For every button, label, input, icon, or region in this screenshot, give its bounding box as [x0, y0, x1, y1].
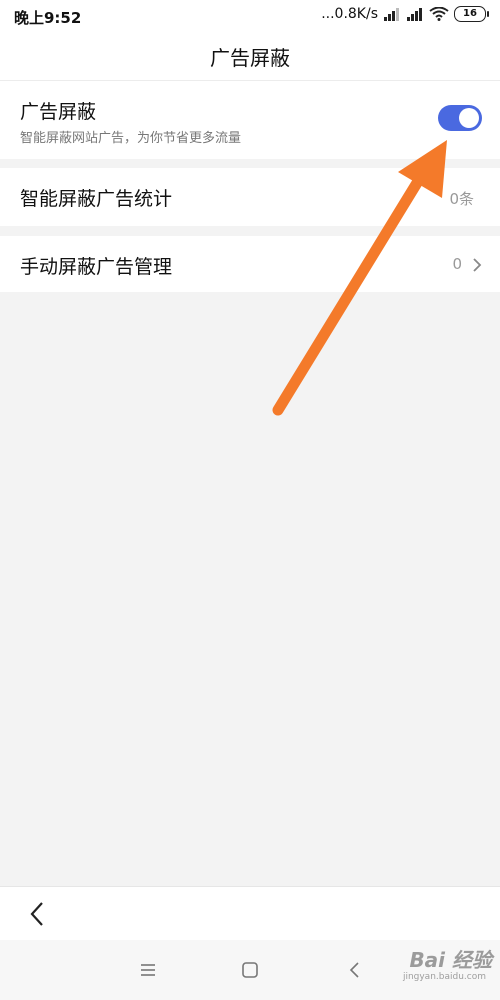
- nav-back-icon[interactable]: [343, 958, 367, 982]
- watermark-url: jingyan.baidu.com: [402, 972, 486, 982]
- baidu-watermark: Bai 经验: [409, 948, 492, 972]
- home-icon[interactable]: [238, 958, 262, 982]
- bottom-toolbar: [0, 886, 500, 941]
- menu-icon[interactable]: [136, 958, 160, 982]
- back-arrow-icon[interactable]: [24, 899, 54, 929]
- annotation-arrow: [272, 140, 447, 416]
